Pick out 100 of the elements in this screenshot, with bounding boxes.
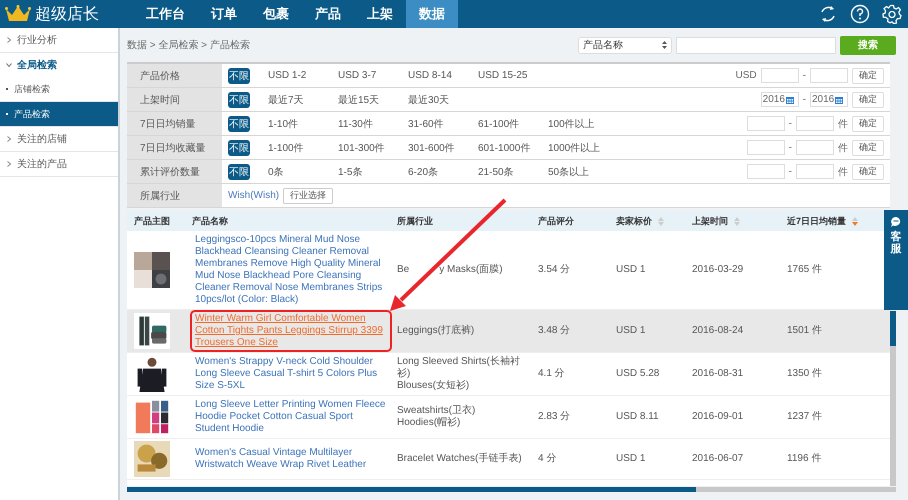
- sidebar-item[interactable]: 关注的店铺: [0, 127, 118, 152]
- filter-option[interactable]: 21-50条: [478, 164, 548, 178]
- column-header[interactable]: 上架时间: [685, 211, 780, 231]
- sidebar-label: 全局检索: [17, 58, 57, 72]
- sidebar-item[interactable]: 全局检索: [0, 53, 118, 77]
- nav-tab[interactable]: 上架: [354, 0, 406, 28]
- filter-option[interactable]: 最近15天: [338, 92, 408, 106]
- filter-option[interactable]: 1000件以上: [548, 140, 618, 154]
- unit-label: 件: [838, 118, 848, 130]
- max-input[interactable]: [796, 164, 834, 179]
- nav-tab[interactable]: 订单: [198, 0, 250, 28]
- product-link[interactable]: Long Sleeve Letter Printing Women Fleece Hoodie Pocket Cotton Casual Sport Student Hoodie: [192, 398, 390, 436]
- help-icon[interactable]: [850, 4, 870, 24]
- filter-option[interactable]: 不限: [228, 140, 250, 156]
- filter-option[interactable]: 1-100件: [268, 140, 338, 154]
- sort-icon[interactable]: [852, 216, 858, 226]
- range-dash: -: [802, 94, 806, 105]
- table-cell: 4 分: [531, 438, 609, 480]
- filter-option[interactable]: 11-30件: [338, 116, 408, 130]
- product-link[interactable]: Women's Casual Vintage Multilayer Wristwatch Weave Wrap Rivet Leather: [192, 446, 390, 472]
- confirm-button[interactable]: 确定: [852, 164, 884, 180]
- column-header[interactable]: 近7日日均销量: [780, 211, 880, 231]
- confirm-button[interactable]: 确定: [852, 92, 884, 108]
- dropdown-icon[interactable]: [662, 41, 667, 49]
- nav-tab[interactable]: 工作台: [133, 0, 198, 28]
- filter-option[interactable]: 301-600件: [408, 140, 478, 154]
- confirm-button[interactable]: 确定: [852, 140, 884, 156]
- filter-option[interactable]: 101-300件: [338, 140, 408, 154]
- filter-option[interactable]: 不限: [228, 92, 250, 108]
- sidebar-item[interactable]: 关注的产品: [0, 152, 118, 177]
- nav-tab[interactable]: 数据: [406, 0, 458, 28]
- table-cell-text: Blouses(女短衫): [397, 380, 470, 392]
- table-cell: 2016-06-07: [685, 438, 780, 480]
- service-label: 客服: [890, 231, 902, 256]
- table-cell: 4.1 分: [531, 352, 609, 396]
- chat-icon: [890, 216, 902, 228]
- min-input[interactable]: [746, 164, 785, 179]
- currency-label: USD: [736, 70, 757, 81]
- table-cell-text: Leggings(打底裤): [397, 325, 476, 337]
- filter-option[interactable]: 最近7天: [268, 92, 338, 106]
- table-cell: USD 1: [609, 438, 685, 480]
- sort-icon[interactable]: [658, 216, 664, 226]
- sidebar-label: 关注的产品: [17, 158, 67, 171]
- unit-label: 件: [838, 166, 848, 178]
- scrollbar[interactable]: [890, 311, 896, 486]
- filter-option[interactable]: 0条: [268, 164, 338, 178]
- max-input[interactable]: [796, 140, 834, 155]
- min-input[interactable]: [746, 140, 785, 155]
- product-link[interactable]: Leggingsco-10pcs Mineral Mud Nose Blackhead Cleansing Cleaner Removal Membranes Remove High Quality Mineral Mud Nose Blackhead Pore Cleansing Cleaner Removal Nose Membranes Strips 10pcs/lot (Color: Black): [192, 233, 390, 307]
- chevron-icon: [6, 161, 12, 167]
- product-link[interactable]: Women's Strappy V-neck Cold Shoulder Long Sleeve Casual T-shirt 5 Colors Plus Size S-5XL: [192, 355, 390, 393]
- filter-option[interactable]: 1-5条: [338, 164, 408, 178]
- filter-option[interactable]: 6-20条: [408, 164, 478, 178]
- calendar-icon[interactable]: [786, 96, 794, 104]
- filter-option[interactable]: 1-10件: [268, 116, 338, 130]
- filter-option[interactable]: USD 3-7: [338, 70, 408, 81]
- filter-option[interactable]: USD 1-2: [268, 70, 338, 81]
- table-cell-text: Hoodies(帽衫): [397, 417, 462, 429]
- settings-icon[interactable]: [882, 4, 902, 24]
- filter-option[interactable]: 601-1000件: [478, 140, 548, 154]
- filter-option[interactable]: 31-60件: [408, 116, 478, 130]
- sort-icon[interactable]: [734, 216, 740, 226]
- date-input[interactable]: 2016: [760, 92, 799, 107]
- max-input[interactable]: [796, 116, 834, 131]
- table-cell-text: Sweatshirts(卫衣): [397, 405, 476, 416]
- service-tab[interactable]: 客服: [884, 210, 908, 310]
- filter-option[interactable]: USD 8-14: [408, 70, 478, 81]
- confirm-button[interactable]: 确定: [852, 116, 884, 132]
- date-input[interactable]: 2016: [810, 92, 848, 107]
- min-input[interactable]: [760, 68, 799, 83]
- confirm-button[interactable]: 确定: [852, 68, 884, 84]
- filter-label: 产品价格: [127, 64, 222, 87]
- filter-option[interactable]: 不限: [228, 68, 250, 84]
- filter-label: 7日日均销量: [127, 112, 222, 135]
- filter-option[interactable]: 不限: [228, 116, 250, 132]
- chevron-icon: [6, 62, 12, 68]
- filter-option[interactable]: 50条以上: [548, 164, 618, 178]
- column-header[interactable]: 卖家标价: [609, 211, 685, 231]
- chevron-icon: [6, 136, 12, 142]
- table-cell: 2016-08-24: [685, 310, 780, 352]
- scrollbar[interactable]: [127, 487, 896, 492]
- sidebar-item[interactable]: 行业分析: [0, 28, 118, 53]
- min-input[interactable]: [746, 116, 785, 131]
- industry-select-button[interactable]: 行业选择: [283, 188, 334, 204]
- filter-option[interactable]: 最近30天: [408, 92, 478, 106]
- filter-option[interactable]: USD 15-25: [478, 70, 548, 81]
- calendar-icon[interactable]: [835, 96, 844, 104]
- filter-option[interactable]: 61-100件: [478, 116, 548, 130]
- range-dash: -: [788, 118, 792, 129]
- table-cell: 1196 件: [780, 438, 880, 480]
- search-field[interactable]: [676, 36, 836, 54]
- nav-tab[interactable]: 产品: [302, 0, 354, 28]
- table-cell: 1237 件: [780, 396, 880, 438]
- nav-tab[interactable]: 包裹: [250, 0, 302, 28]
- search-type-select[interactable]: 产品名称: [578, 36, 672, 54]
- sidebar-subitem[interactable]: 产品检索: [0, 102, 118, 127]
- filter-option[interactable]: 100件以上: [548, 116, 618, 130]
- filter-option[interactable]: 不限: [228, 164, 250, 180]
- max-input[interactable]: [810, 68, 848, 83]
- industry-link[interactable]: Wish(Wish): [228, 190, 280, 201]
